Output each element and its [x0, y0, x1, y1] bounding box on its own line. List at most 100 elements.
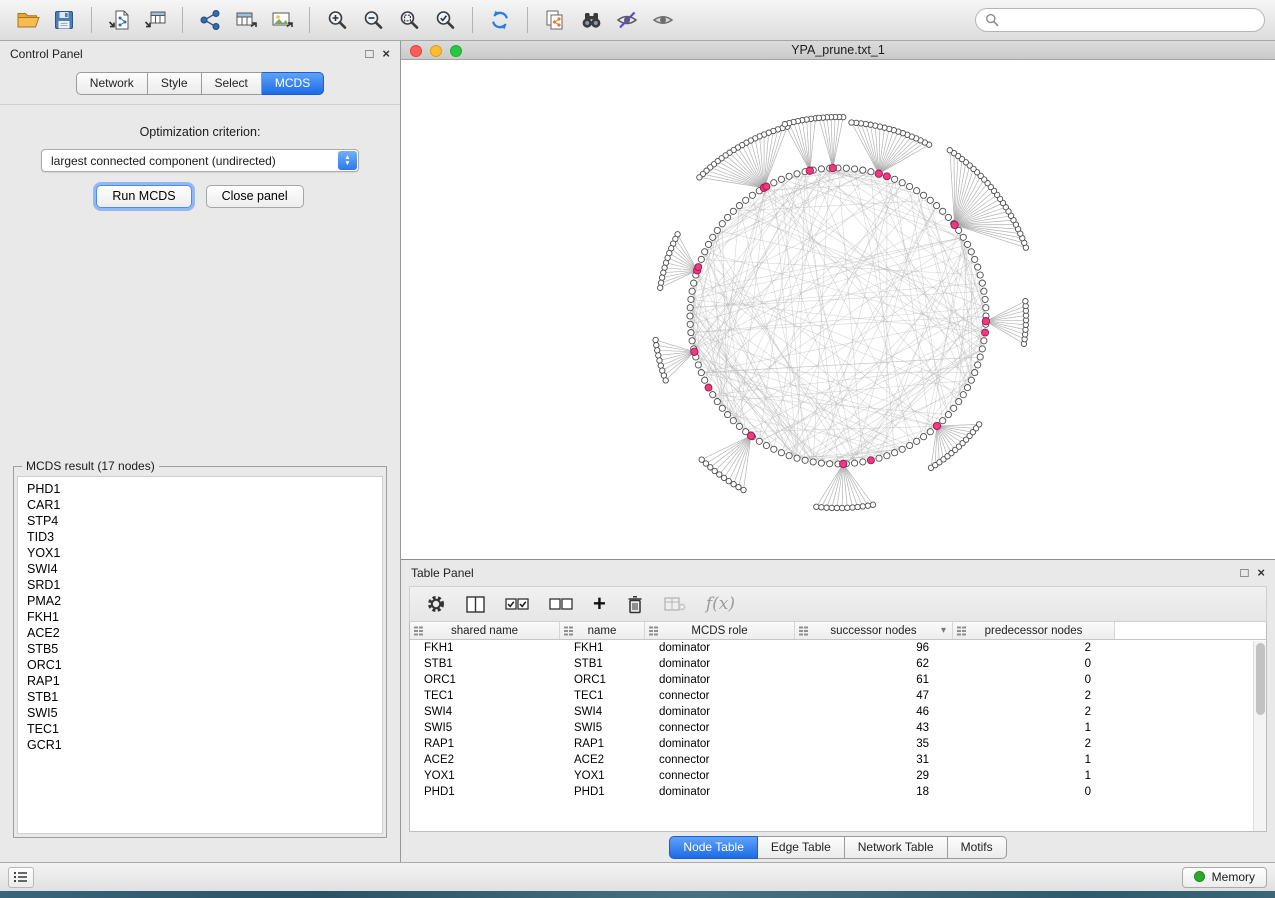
minimize-window-icon[interactable]: [430, 45, 442, 57]
cell-mcds-role[interactable]: dominator: [645, 642, 795, 654]
cell-shared-name[interactable]: RAP1: [410, 738, 560, 750]
sort-descending-icon[interactable]: ▾: [941, 625, 946, 636]
float-panel-icon[interactable]: □: [1241, 566, 1249, 579]
mcds-result-item[interactable]: SWI5: [27, 705, 382, 721]
cell-successor-nodes[interactable]: 29: [795, 770, 953, 782]
cell-successor-nodes[interactable]: 18: [795, 786, 953, 798]
table-settings-button[interactable]: [426, 594, 446, 614]
cell-shared-name[interactable]: YOX1: [410, 770, 560, 782]
show-all-button[interactable]: [645, 4, 681, 36]
network-canvas[interactable]: [401, 60, 1275, 559]
cell-predecessor-nodes[interactable]: 1: [953, 770, 1115, 782]
mcds-result-item[interactable]: STB5: [27, 641, 382, 657]
table-row[interactable]: FKH1FKH1dominator962: [410, 640, 1266, 656]
maximize-window-icon[interactable]: [450, 45, 462, 57]
first-neighbors-button[interactable]: [573, 4, 609, 36]
column-header-MCDS-role[interactable]: MCDS role: [645, 622, 795, 639]
cell-mcds-role[interactable]: dominator: [645, 706, 795, 718]
close-panel-icon[interactable]: ×: [382, 47, 390, 60]
cell-name[interactable]: ORC1: [560, 674, 645, 686]
cell-name[interactable]: PHD1: [560, 786, 645, 798]
clone-network-button[interactable]: [537, 4, 573, 36]
cell-shared-name[interactable]: ORC1: [410, 674, 560, 686]
zoom-selected-button[interactable]: [427, 4, 463, 36]
cell-successor-nodes[interactable]: 43: [795, 722, 953, 734]
table-row[interactable]: SWI4SWI4dominator462: [410, 704, 1266, 720]
import-table-from-file-button[interactable]: [137, 4, 173, 36]
cell-name[interactable]: ACE2: [560, 754, 645, 766]
cell-shared-name[interactable]: FKH1: [410, 642, 560, 654]
task-history-button[interactable]: [8, 867, 34, 888]
cell-mcds-role[interactable]: dominator: [645, 738, 795, 750]
optimization-criterion-select[interactable]: largest connected component (undirected)…: [41, 149, 359, 172]
zoom-fit-button[interactable]: [391, 4, 427, 36]
cell-successor-nodes[interactable]: 62: [795, 658, 953, 670]
tab-mcds[interactable]: MCDS: [262, 72, 324, 95]
cell-predecessor-nodes[interactable]: 2: [953, 738, 1115, 750]
tab-select[interactable]: Select: [202, 72, 262, 95]
memory-button[interactable]: Memory: [1182, 867, 1267, 888]
cell-predecessor-nodes[interactable]: 2: [953, 642, 1115, 654]
export-image-button[interactable]: [264, 4, 300, 36]
scrollbar-thumb[interactable]: [1256, 643, 1265, 715]
cell-mcds-role[interactable]: dominator: [645, 674, 795, 686]
unselect-all-columns-button[interactable]: [549, 597, 573, 611]
search-box[interactable]: [975, 8, 1265, 32]
hide-selected-button[interactable]: [609, 4, 645, 36]
mcds-result-item[interactable]: RAP1: [27, 673, 382, 689]
save-session-button[interactable]: [46, 4, 82, 36]
mcds-result-item[interactable]: STP4: [27, 513, 382, 529]
cell-predecessor-nodes[interactable]: 0: [953, 658, 1115, 670]
cell-mcds-role[interactable]: connector: [645, 690, 795, 702]
tab-node-table[interactable]: Node Table: [669, 836, 758, 859]
mcds-result-item[interactable]: PMA2: [27, 593, 382, 609]
float-panel-icon[interactable]: □: [366, 47, 374, 60]
tab-motifs[interactable]: Motifs: [948, 836, 1007, 859]
tab-style[interactable]: Style: [148, 72, 202, 95]
export-network-button[interactable]: [192, 4, 228, 36]
mcds-result-item[interactable]: YOX1: [27, 545, 382, 561]
table-row[interactable]: PHD1PHD1dominator180: [410, 784, 1266, 800]
zoom-out-button[interactable]: [355, 4, 391, 36]
create-column-button[interactable]: +: [593, 594, 606, 614]
close-window-icon[interactable]: [410, 45, 422, 57]
cell-name[interactable]: STB1: [560, 658, 645, 670]
column-header-shared-name[interactable]: shared name: [410, 622, 560, 639]
table-row[interactable]: STB1STB1dominator620: [410, 656, 1266, 672]
cell-shared-name[interactable]: TEC1: [410, 690, 560, 702]
cell-predecessor-nodes[interactable]: 0: [953, 786, 1115, 798]
table-row[interactable]: RAP1RAP1dominator352: [410, 736, 1266, 752]
zoom-in-button[interactable]: [319, 4, 355, 36]
cell-shared-name[interactable]: PHD1: [410, 786, 560, 798]
show-columns-button[interactable]: [466, 596, 485, 613]
cell-successor-nodes[interactable]: 35: [795, 738, 953, 750]
close-panel-button[interactable]: Close panel: [206, 185, 304, 208]
table-row[interactable]: ORC1ORC1dominator610: [410, 672, 1266, 688]
cell-name[interactable]: RAP1: [560, 738, 645, 750]
mcds-result-item[interactable]: GCR1: [27, 737, 382, 753]
cell-successor-nodes[interactable]: 31: [795, 754, 953, 766]
tab-network-table[interactable]: Network Table: [845, 836, 948, 859]
mcds-result-item[interactable]: SWI4: [27, 561, 382, 577]
mcds-result-list[interactable]: PHD1CAR1STP4TID3YOX1SWI4SRD1PMA2FKH1ACE2…: [17, 476, 383, 834]
cell-mcds-role[interactable]: connector: [645, 754, 795, 766]
cell-name[interactable]: FKH1: [560, 642, 645, 654]
table-row[interactable]: ACE2ACE2connector311: [410, 752, 1266, 768]
cell-shared-name[interactable]: SWI5: [410, 722, 560, 734]
cell-successor-nodes[interactable]: 96: [795, 642, 953, 654]
cell-successor-nodes[interactable]: 61: [795, 674, 953, 686]
cell-mcds-role[interactable]: connector: [645, 770, 795, 782]
column-header-successor-nodes[interactable]: successor nodes▾: [795, 622, 953, 639]
cell-mcds-role[interactable]: dominator: [645, 658, 795, 670]
search-input[interactable]: [1005, 13, 1255, 27]
table-vertical-scrollbar[interactable]: [1253, 641, 1266, 831]
cell-predecessor-nodes[interactable]: 2: [953, 690, 1115, 702]
cell-mcds-role[interactable]: dominator: [645, 786, 795, 798]
select-all-columns-button[interactable]: [505, 597, 529, 611]
mcds-result-item[interactable]: CAR1: [27, 497, 382, 513]
cell-name[interactable]: TEC1: [560, 690, 645, 702]
mcds-result-item[interactable]: ACE2: [27, 625, 382, 641]
cell-predecessor-nodes[interactable]: 1: [953, 754, 1115, 766]
cell-successor-nodes[interactable]: 47: [795, 690, 953, 702]
cell-name[interactable]: YOX1: [560, 770, 645, 782]
